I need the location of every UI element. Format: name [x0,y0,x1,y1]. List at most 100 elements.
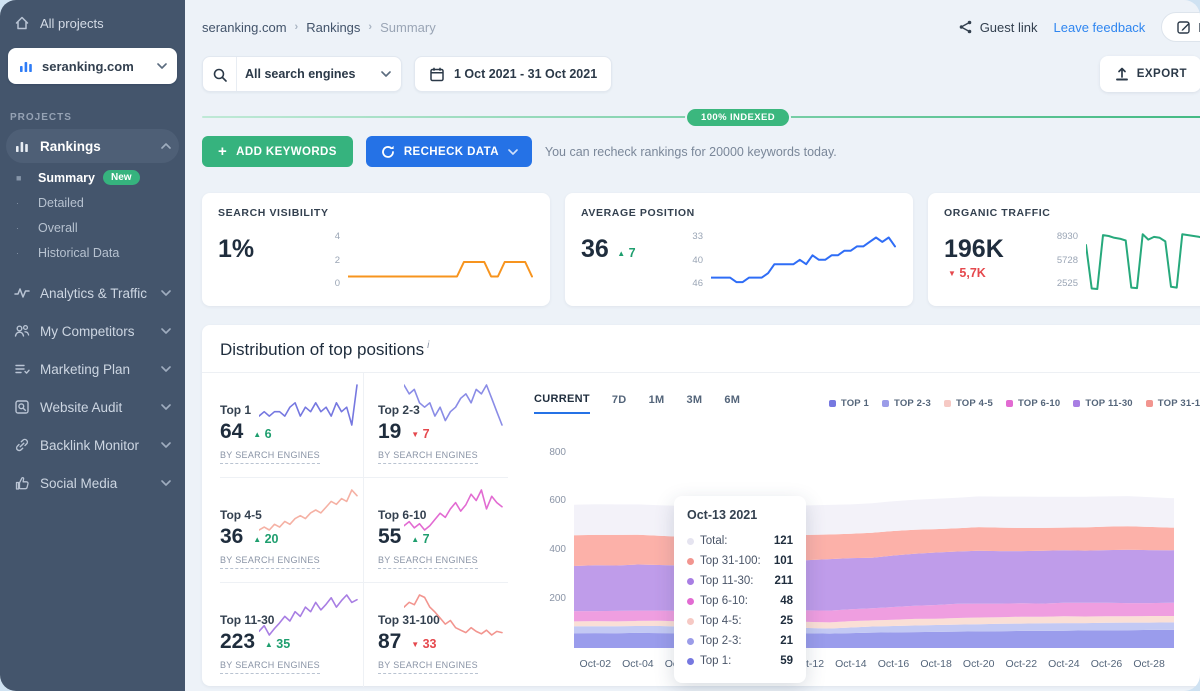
legend-top11-30[interactable]: TOP 11-30 [1073,398,1132,409]
tooltip-row-top11-30: Top 11-30:211 [687,571,793,591]
by-search-engines-link[interactable]: BY SEARCH ENGINES [220,450,320,464]
website-audit-icon [14,399,30,415]
bullet-icon: · [16,223,38,233]
chevron-down-icon [161,328,171,334]
add-keywords-button[interactable]: + ADD KEYWORDS [202,136,353,167]
average-position-sparkline [711,229,897,295]
y-ticks: 334046 [677,229,703,291]
card-value: 1% [218,235,254,263]
legend-top1[interactable]: TOP 1 [829,398,869,409]
projects-section-label: PROJECTS [10,112,185,123]
card-delta: ▼ 5,7K [948,266,986,280]
by-search-engines-link[interactable]: BY SEARCH ENGINES [220,555,320,569]
plus-icon: + [218,143,227,160]
analytics-icon [14,285,30,301]
sidebar-item-historical-data[interactable]: · Historical Data [0,240,185,265]
breadcrumb-project[interactable]: seranking.com [202,20,287,35]
marketing-plan-icon [14,361,30,377]
calendar-icon [429,66,445,82]
card-value: 196K [944,235,1004,263]
x-tick-label: Oct-28 [1133,658,1165,670]
by-search-engines-link[interactable]: BY SEARCH ENGINES [378,555,478,569]
rankings-label: Rankings [40,139,101,154]
backlink-icon [14,437,30,453]
sidebar-item-overall[interactable]: · Overall [0,215,185,240]
x-tick-label: Oct-02 [580,658,612,670]
project-selector[interactable]: seranking.com [8,48,177,84]
chevron-down-icon [157,63,167,69]
average-position-card: AVERAGE POSITION 36 ▲ 7 334046 [565,193,913,306]
competitors-icon [14,323,30,339]
refresh-icon [380,144,395,159]
sidebar-item-website-audit[interactable]: Website Audit [6,389,179,425]
organic-traffic-sparkline [1086,229,1200,295]
by-search-engines-link[interactable]: BY SEARCH ENGINES [378,660,478,674]
info-icon[interactable]: i [427,340,429,351]
breadcrumb-separator: › [295,21,299,33]
sidebar-item-all-projects[interactable]: All projects [0,4,185,42]
sidebar-item-rankings[interactable]: Rankings [6,129,179,163]
by-search-engines-link[interactable]: BY SEARCH ENGINES [378,450,478,464]
legend-top2-3[interactable]: TOP 2-3 [882,398,931,409]
tooltip-row-total: Total:121 [687,531,793,551]
stacked-area-svg [574,438,1174,648]
tooltip-row-top1: Top 1:59 [687,651,793,671]
mini-card-top31-100: Top 31-100 87 ▼ 33 BY SEARCH ENGINES [364,583,508,687]
chevron-down-icon [161,366,171,372]
recheck-data-button[interactable]: RECHECK DATA [366,136,532,167]
legend-top6-10[interactable]: TOP 6-10 [1006,398,1060,409]
bullet-icon: · [16,248,38,258]
sidebar-item-marketing-plan[interactable]: Marketing Plan [6,351,179,387]
search-visibility-sparkline [348,229,534,295]
tooltip-row-top2-3: Top 2-3:21 [687,631,793,651]
leave-feedback-link[interactable]: Leave feedback [1054,20,1146,35]
tab-6m[interactable]: 6M [724,394,740,413]
app-window: All projects seranking.com PROJECTS Rank… [0,0,1200,691]
by-search-engines-link[interactable]: BY SEARCH ENGINES [220,660,320,674]
search-visibility-card: SEARCH VISIBILITY 1% 420 [202,193,550,306]
chevron-up-icon [161,143,171,149]
top2-3-sparkline [404,381,504,429]
sidebar-item-social-media[interactable]: Social Media [6,465,179,501]
tab-7d[interactable]: 7D [612,394,627,413]
search-engines-select[interactable]: All search engines [202,56,402,92]
chart-legend: TOP 1 TOP 2-3 TOP 4-5 TOP 6-10 TOP 11-30… [829,398,1200,409]
rankings-icon [14,138,30,154]
sidebar-item-analytics-traffic[interactable]: Analytics & Traffic [6,275,179,311]
indexed-badge: 100% INDEXED [685,107,791,128]
legend-top4-5[interactable]: TOP 4-5 [944,398,993,409]
tab-1m[interactable]: 1M [649,394,665,413]
card-title: SEARCH VISIBILITY [218,207,534,219]
chevron-down-icon [161,480,171,486]
export-button[interactable]: EXPORT [1100,56,1200,92]
sidebar-item-my-competitors[interactable]: My Competitors [6,313,179,349]
recheck-note: You can recheck rankings for 20000 keywo… [545,145,837,159]
new-badge: New [103,170,140,185]
y-tick-label: 600 [549,495,566,506]
tab-current[interactable]: CURRENT [534,393,590,414]
y-axis: 200400600800 [534,438,566,648]
all-projects-label: All projects [40,16,104,31]
guest-link-button[interactable]: Guest link [958,19,1038,35]
sidebar-item-detailed[interactable]: · Detailed [0,190,185,215]
tab-3m[interactable]: 3M [686,394,702,413]
breadcrumb-rankings[interactable]: Rankings [306,20,360,35]
breadcrumb-separator: › [368,21,372,33]
breadcrumb: seranking.com › Rankings › Summary [202,20,436,35]
top6-10-sparkline [404,486,504,534]
share-icon [958,19,973,35]
legend-top31-100[interactable]: TOP 31-100 [1146,398,1200,409]
bullet-icon: · [16,198,38,208]
date-range-picker[interactable]: 1 Oct 2021 - 31 Oct 2021 [414,56,612,92]
chevron-down-icon [161,290,171,296]
sidebar-item-summary[interactable]: ■ Summary New [0,165,185,190]
sidebar-item-backlink-monitor[interactable]: Backlink Monitor [6,427,179,463]
notes-button[interactable]: Notes (12) [1161,12,1200,42]
x-axis: Oct-02Oct-04Oct-06Oct-08Oct-10Oct-12Oct-… [574,658,1174,674]
y-ticks: 420 [314,229,340,291]
chevron-down-icon [161,442,171,448]
stacked-area-chart[interactable]: 200400600800 Oct-13 2021 Total:121 Top 3… [574,438,1174,648]
sidebar-groups: Analytics & Traffic My Competitors Marke… [0,275,185,501]
sidebar: All projects seranking.com PROJECTS Rank… [0,0,185,691]
y-tick-label: 400 [549,544,566,555]
